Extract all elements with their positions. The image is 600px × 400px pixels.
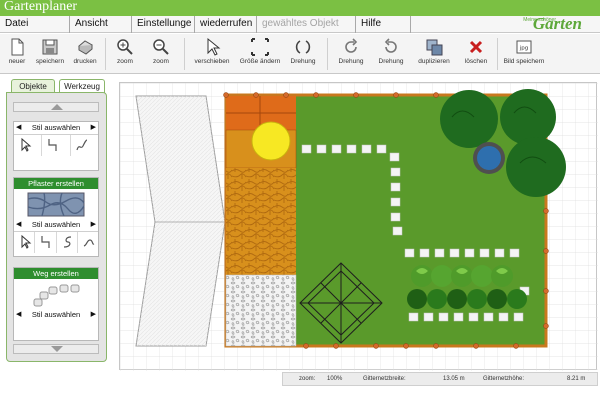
line-tool-group: ◀ Stil auswählen ▶ [13, 121, 99, 171]
menu-datei[interactable]: Datei [0, 16, 70, 33]
new-document-icon [11, 38, 24, 56]
menu-hilfe[interactable]: Hilfe [356, 16, 411, 33]
toolbar: neuer speichern drucken zoom zoom versch… [0, 34, 600, 74]
paving-group-title: Pflaster erstellen [14, 178, 98, 189]
polyline-icon [41, 236, 50, 248]
style-selector[interactable]: ◀ Stil auswählen ▶ [14, 309, 98, 321]
tab-werkzeug[interactable]: Werkzeug [59, 79, 105, 93]
prev-style-arrow-icon[interactable]: ◀ [16, 219, 21, 231]
tool-panel: Objekte Werkzeug ◀ Stil auswählen ▶ Pfla [6, 79, 107, 362]
zoom-out-icon [153, 39, 169, 55]
tab-objekte[interactable]: Objekte [11, 79, 55, 93]
menu-gewaehltes-objekt: gewähltes Objekt [257, 16, 356, 33]
rotate-right-button[interactable]: Drehung [374, 34, 408, 74]
curve-icon [76, 139, 87, 151]
save-button[interactable]: speichern [34, 34, 66, 74]
rotate-icon [295, 40, 311, 54]
toolbar-separator [327, 38, 328, 70]
zoom-label: zoom: [299, 376, 316, 382]
duplicate-button[interactable]: duplizieren [414, 34, 454, 74]
menu-bar: Datei Ansicht Einstellunge wiederrufen g… [0, 16, 600, 33]
next-style-arrow-icon[interactable]: ▶ [91, 219, 96, 231]
app-window: Gartenplaner Datei Ansicht Einstellunge … [0, 0, 600, 400]
jpg-badge-text: jpg [519, 46, 529, 52]
polyline-icon [48, 139, 57, 151]
garden-plan[interactable] [120, 83, 598, 371]
path-tool-group: Weg erstellen ◀ Stil auswählen ▶ [13, 267, 99, 341]
rotate-left-button[interactable]: Drehung [334, 34, 368, 74]
print-button[interactable]: drucken [70, 34, 100, 74]
down-arrow-icon [51, 346, 63, 352]
garden-canvas[interactable] [119, 82, 598, 371]
s-curve-tool-button[interactable] [57, 232, 78, 253]
rotate-button[interactable]: Drehung [286, 34, 320, 74]
status-bar: zoom: 100% Gitternetzbreite: 13.05 m Git… [282, 372, 598, 386]
resize-corners-icon [251, 38, 269, 56]
up-arrow-icon [51, 104, 63, 110]
next-style-arrow-icon[interactable]: ▶ [91, 309, 96, 321]
grid-height-label: Gitternetzhöhe: [483, 376, 525, 382]
jpg-image-icon: jpg [516, 40, 532, 54]
panel-body: ◀ Stil auswählen ▶ Pflaster erstellen ◀ … [6, 92, 107, 362]
duplicate-icon [426, 39, 443, 56]
style-selector[interactable]: ◀ Stil auswählen ▶ [14, 219, 98, 231]
new-button[interactable]: neuer [4, 34, 30, 74]
pointer-arrow-icon [21, 234, 32, 249]
flagstone-paving[interactable] [226, 168, 296, 275]
toolbar-separator [184, 38, 185, 70]
grid-width-value: 13.05 m [443, 376, 465, 382]
style-selector[interactable]: ◀ Stil auswählen ▶ [14, 122, 98, 134]
menu-einstellungen[interactable]: Einstellunge [132, 16, 195, 33]
rotate-right-icon [384, 38, 397, 53]
resize-button[interactable]: Größe ändern [236, 34, 284, 74]
freehand-tool-button[interactable] [78, 232, 98, 253]
prev-style-arrow-icon[interactable]: ◀ [16, 309, 21, 321]
straight-line-tool-button[interactable] [35, 232, 57, 253]
next-style-arrow-icon[interactable]: ▶ [91, 122, 96, 134]
save-image-button[interactable]: jpg Bild speichern [500, 34, 548, 74]
paving-texture-icon [27, 192, 85, 217]
zoom-out-button[interactable]: zoom [148, 34, 174, 74]
path-swatch[interactable] [14, 279, 98, 309]
select-tool-button[interactable] [14, 232, 36, 253]
app-title: Gartenplaner [4, 0, 78, 14]
line-tool-icons [14, 134, 98, 156]
path-group-title: Weg erstellen [14, 268, 98, 279]
s-curve-icon [63, 236, 71, 248]
paving-tool-group: Pflaster erstellen ◀ Stil auswählen ▶ [13, 177, 99, 257]
pointer-arrow-icon [207, 37, 221, 56]
grid-width-label: Gitternetzbreite: [363, 376, 406, 382]
curve-tool-button[interactable] [71, 135, 98, 156]
delete-x-icon [469, 40, 483, 54]
panel-scroll-up-button[interactable] [13, 102, 99, 112]
title-bar: Gartenplaner [0, 0, 600, 16]
zoom-value: 100% [327, 376, 343, 382]
move-button[interactable]: verschieben [190, 34, 234, 74]
select-tool-button[interactable] [14, 135, 43, 156]
menu-ansicht[interactable]: Ansicht [70, 16, 132, 33]
gravel-area[interactable] [225, 274, 297, 347]
menu-wiederrufen[interactable]: wiederrufen [195, 16, 257, 33]
grid-height-value: 8.21 m [567, 376, 586, 382]
straight-line-tool-button[interactable] [42, 135, 71, 156]
floppy-disk-icon [42, 39, 58, 55]
rotate-left-icon [345, 38, 358, 53]
shrub-row-light[interactable] [411, 265, 513, 287]
stepping-stones-icon [33, 284, 80, 307]
garten-logo: Garten [532, 14, 582, 33]
zoom-in-button[interactable]: zoom [112, 34, 138, 74]
pointer-arrow-icon [21, 137, 32, 152]
zoom-in-icon [117, 39, 133, 55]
pond[interactable] [473, 142, 505, 174]
toolbar-separator [105, 38, 106, 70]
printer-icon [78, 40, 93, 55]
paving-swatch[interactable] [14, 189, 98, 219]
prev-style-arrow-icon[interactable]: ◀ [16, 122, 21, 134]
freehand-icon [83, 239, 95, 247]
paving-tool-icons [14, 231, 98, 253]
toolbar-separator [497, 38, 498, 70]
delete-button[interactable]: löschen [460, 34, 492, 74]
sun-umbrella[interactable] [251, 121, 291, 161]
panel-scroll-down-button[interactable] [13, 344, 99, 354]
